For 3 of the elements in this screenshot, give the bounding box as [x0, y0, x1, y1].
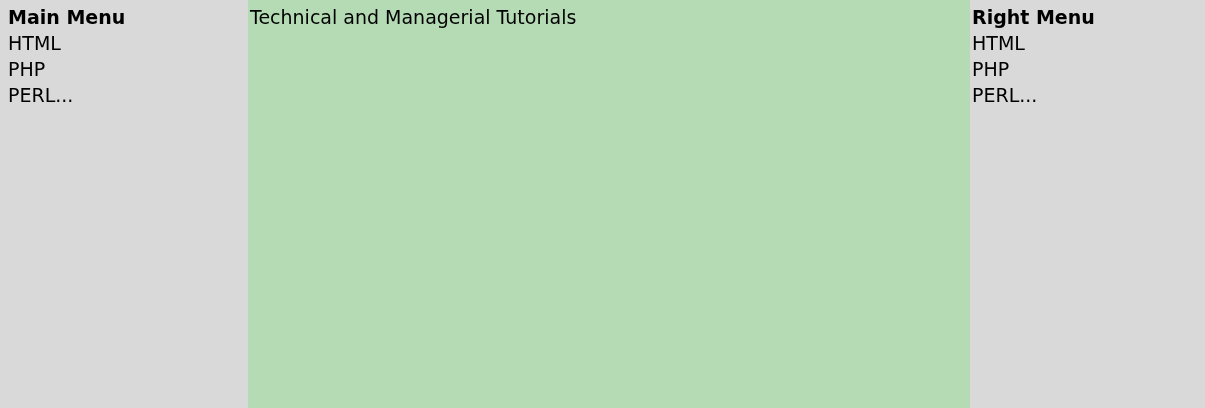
menu-title: Right Menu	[972, 5, 1095, 30]
menu-title: Main Menu	[8, 5, 126, 30]
content-heading: Technical and Managerial Tutorials	[250, 5, 577, 30]
